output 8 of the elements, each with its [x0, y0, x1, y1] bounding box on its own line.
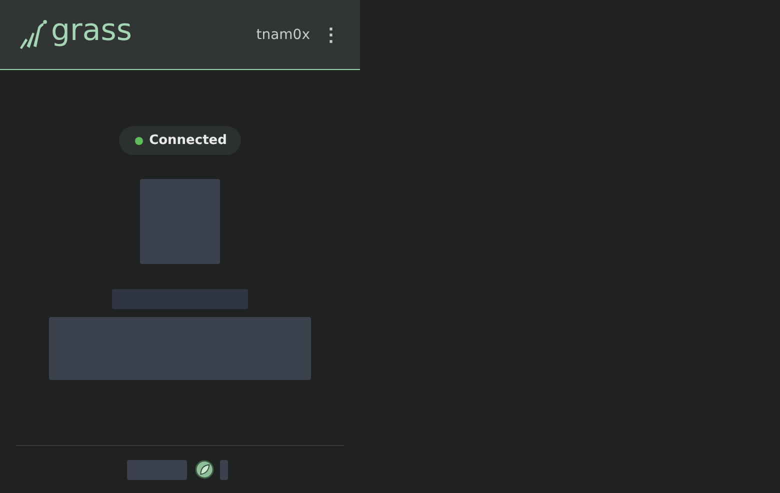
loading-placeholder	[220, 460, 228, 480]
logo-icon	[18, 19, 47, 50]
menu-button[interactable]: ⋮	[320, 24, 342, 46]
loading-placeholder	[126, 460, 186, 480]
leaf-coin-icon	[194, 460, 214, 479]
username: tnam0x	[256, 26, 310, 42]
status-label: Connected	[149, 133, 227, 148]
logo-text: grass	[51, 16, 132, 46]
